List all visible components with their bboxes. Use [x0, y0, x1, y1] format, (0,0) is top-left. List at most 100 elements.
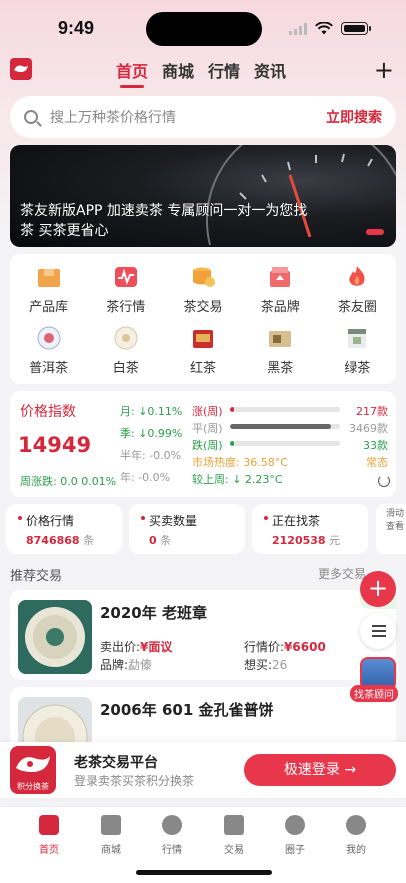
vs-last-week: 较上周: ↓ 2.23°C [192, 473, 283, 486]
brand: 品牌:勐傣 [100, 656, 152, 673]
category-label: 产品库 [29, 300, 69, 315]
tab-mall[interactable]: 商城 [162, 58, 194, 82]
sell-price: 卖出价:¥面议 [100, 638, 172, 655]
tabbar-label: 首页 [39, 845, 59, 856]
banner-text: 茶友新版APP 加速卖茶 专属顾问一对一为您找茶 买茶更省心 [20, 203, 308, 239]
tabbar-home[interactable]: 首页 [19, 815, 79, 856]
floating-add-button[interactable]: + [360, 571, 396, 607]
tabbar-label: 交易 [224, 845, 244, 856]
promo-banner[interactable]: 茶友新版APP 加速卖茶 专属顾问一对一为您找茶 买茶更省心 [10, 145, 396, 247]
category-white-tea[interactable]: 白茶 [87, 325, 164, 376]
half-year-change: 半年: -0.0% [120, 449, 182, 462]
category-green-tea[interactable]: 绿茶 [319, 325, 396, 376]
price-index-value: 14949 [18, 433, 92, 457]
stat-unit: 条 [83, 534, 95, 547]
category-tea-market[interactable]: 茶行情 [87, 264, 164, 315]
home-icon [39, 815, 59, 835]
flat-row: 平(周) 3469款 [192, 420, 388, 437]
category-dark-tea[interactable]: 黑茶 [242, 325, 319, 376]
refresh-icon[interactable] [378, 475, 390, 487]
add-button[interactable]: + [374, 58, 394, 82]
hash-icon [285, 815, 305, 835]
trade-name: 2006年 601 金孔雀普饼 [100, 701, 274, 719]
search-icon [24, 110, 38, 124]
vs-last-week-row: 较上周: ↓ 2.23°C [192, 471, 388, 488]
category-tea-trade[interactable]: 茶交易 [164, 264, 241, 315]
app-logo-icon[interactable] [10, 58, 32, 80]
price-index-card[interactable]: 价格指数 14949 周涨跌: 0.0 0.01% 月: ↓0.11% 季: ↓… [10, 391, 396, 497]
market-price-value: ¥6600 [284, 640, 326, 654]
period-changes: 月: ↓0.11% 季: ↓0.99% 半年: -0.0% 年: -0.0% [120, 403, 182, 491]
top-nav: 首页 商城 行情 资讯 + [0, 56, 406, 88]
tab-home[interactable]: 首页 [116, 58, 148, 88]
rise-count: 217款 [356, 405, 388, 418]
list-menu-icon[interactable] [360, 613, 396, 649]
category-label: 普洱茶 [29, 361, 69, 376]
stat-card-trade-count[interactable]: 买卖数量 0 条 [129, 504, 245, 554]
fall-count: 33款 [363, 439, 388, 452]
category-product-library[interactable]: 产品库 [10, 264, 87, 315]
platform-logo-icon: 积分换茶 [10, 746, 56, 794]
tea-cake-image [18, 600, 92, 674]
brand-value: 勐傣 [128, 658, 153, 672]
stat-title: 买卖数量 [141, 512, 245, 529]
price-index-title: 价格指数 [20, 404, 76, 420]
stat-value: 8746868 [26, 534, 80, 547]
category-label: 黑茶 [267, 361, 294, 376]
search-button[interactable]: 立即搜索 [326, 107, 382, 127]
month-change: 月: ↓0.11% [120, 405, 183, 418]
tabbar-shop[interactable]: 商城 [81, 815, 141, 856]
search-bar[interactable]: 搜上万种茶价格行情 立即搜索 [10, 96, 396, 138]
category-tea-circle[interactable]: 茶友圈 [319, 264, 396, 315]
product-library-icon [35, 264, 63, 290]
stat-card-swipe[interactable]: 滑动查看 [376, 504, 406, 554]
want-value: 26 [272, 658, 288, 672]
tea-advisor-button[interactable]: 找茶顾问 [350, 657, 406, 702]
login-promo-bar: 积分换茶 老茶交易平台 登录卖茶买茶积分换茶 极速登录 → [0, 742, 406, 798]
tabbar-market[interactable]: 行情 [142, 815, 202, 856]
quick-login-button[interactable]: 极速登录 → [244, 754, 396, 786]
status-icons [289, 22, 371, 35]
coin-stack-icon [189, 264, 217, 290]
dynamic-island [146, 12, 262, 46]
tabbar-circle[interactable]: 圈子 [265, 815, 325, 856]
tab-market[interactable]: 行情 [208, 58, 240, 82]
market-pulse-icon [112, 264, 140, 290]
stat-value: 0 [149, 534, 157, 547]
stat-card-price-market[interactable]: 价格行情 8746868 条 [6, 504, 122, 554]
promo-subtitle: 登录卖茶买茶积分换茶 [74, 774, 195, 788]
more-trades-link[interactable]: 更多交易 [318, 565, 366, 582]
tabbar-trade[interactable]: 交易 [204, 815, 264, 856]
tabbar-label: 我的 [346, 845, 366, 856]
heat-row: 市场热度: 36.58°C 常态 [192, 454, 388, 471]
trade-card[interactable]: 2020年 老班章 卖出价:¥面议 行情价:¥6600 品牌:勐傣 想买:26 … [10, 590, 396, 680]
brand-box-icon [266, 264, 294, 290]
flame-icon [343, 264, 371, 290]
category-black-tea[interactable]: 红茶 [164, 325, 241, 376]
promo-title: 老茶交易平台 [74, 755, 158, 771]
recommend-header: 推荐交易 更多交易 [10, 565, 396, 584]
category-puer-tea[interactable]: 普洱茶 [10, 325, 87, 376]
quarter-change: 季: ↓0.99% [120, 427, 183, 440]
sell-price-label: 卖出价: [100, 640, 141, 654]
trade-card[interactable]: 2006年 601 金孔雀普饼 [10, 687, 396, 747]
year-change: 年: -0.0% [120, 471, 171, 484]
ticket-icon [224, 815, 244, 835]
status-bar: 9:49 [0, 0, 406, 52]
status-time: 9:49 [58, 18, 95, 38]
tabbar-mine[interactable]: 我的 [326, 815, 386, 856]
tab-news[interactable]: 资讯 [254, 58, 286, 82]
white-tea-cake-icon [112, 325, 140, 351]
tea-cake-image [18, 697, 92, 747]
black-tea-box-icon [189, 325, 217, 351]
tabbar-label: 商城 [101, 845, 121, 856]
dark-tea-box-icon [266, 325, 294, 351]
category-tea-brand[interactable]: 茶品牌 [242, 264, 319, 315]
flat-label: 平(周) [192, 422, 223, 435]
market-price-label: 行情价: [244, 640, 285, 654]
search-input[interactable]: 搜上万种茶价格行情 [50, 107, 326, 127]
shop-bag-icon [101, 815, 121, 835]
stat-card-finding-tea[interactable]: 正在找茶 2120538 元 [252, 504, 368, 554]
tabbar-label: 行情 [162, 845, 182, 856]
banner-indicator[interactable] [366, 229, 384, 235]
